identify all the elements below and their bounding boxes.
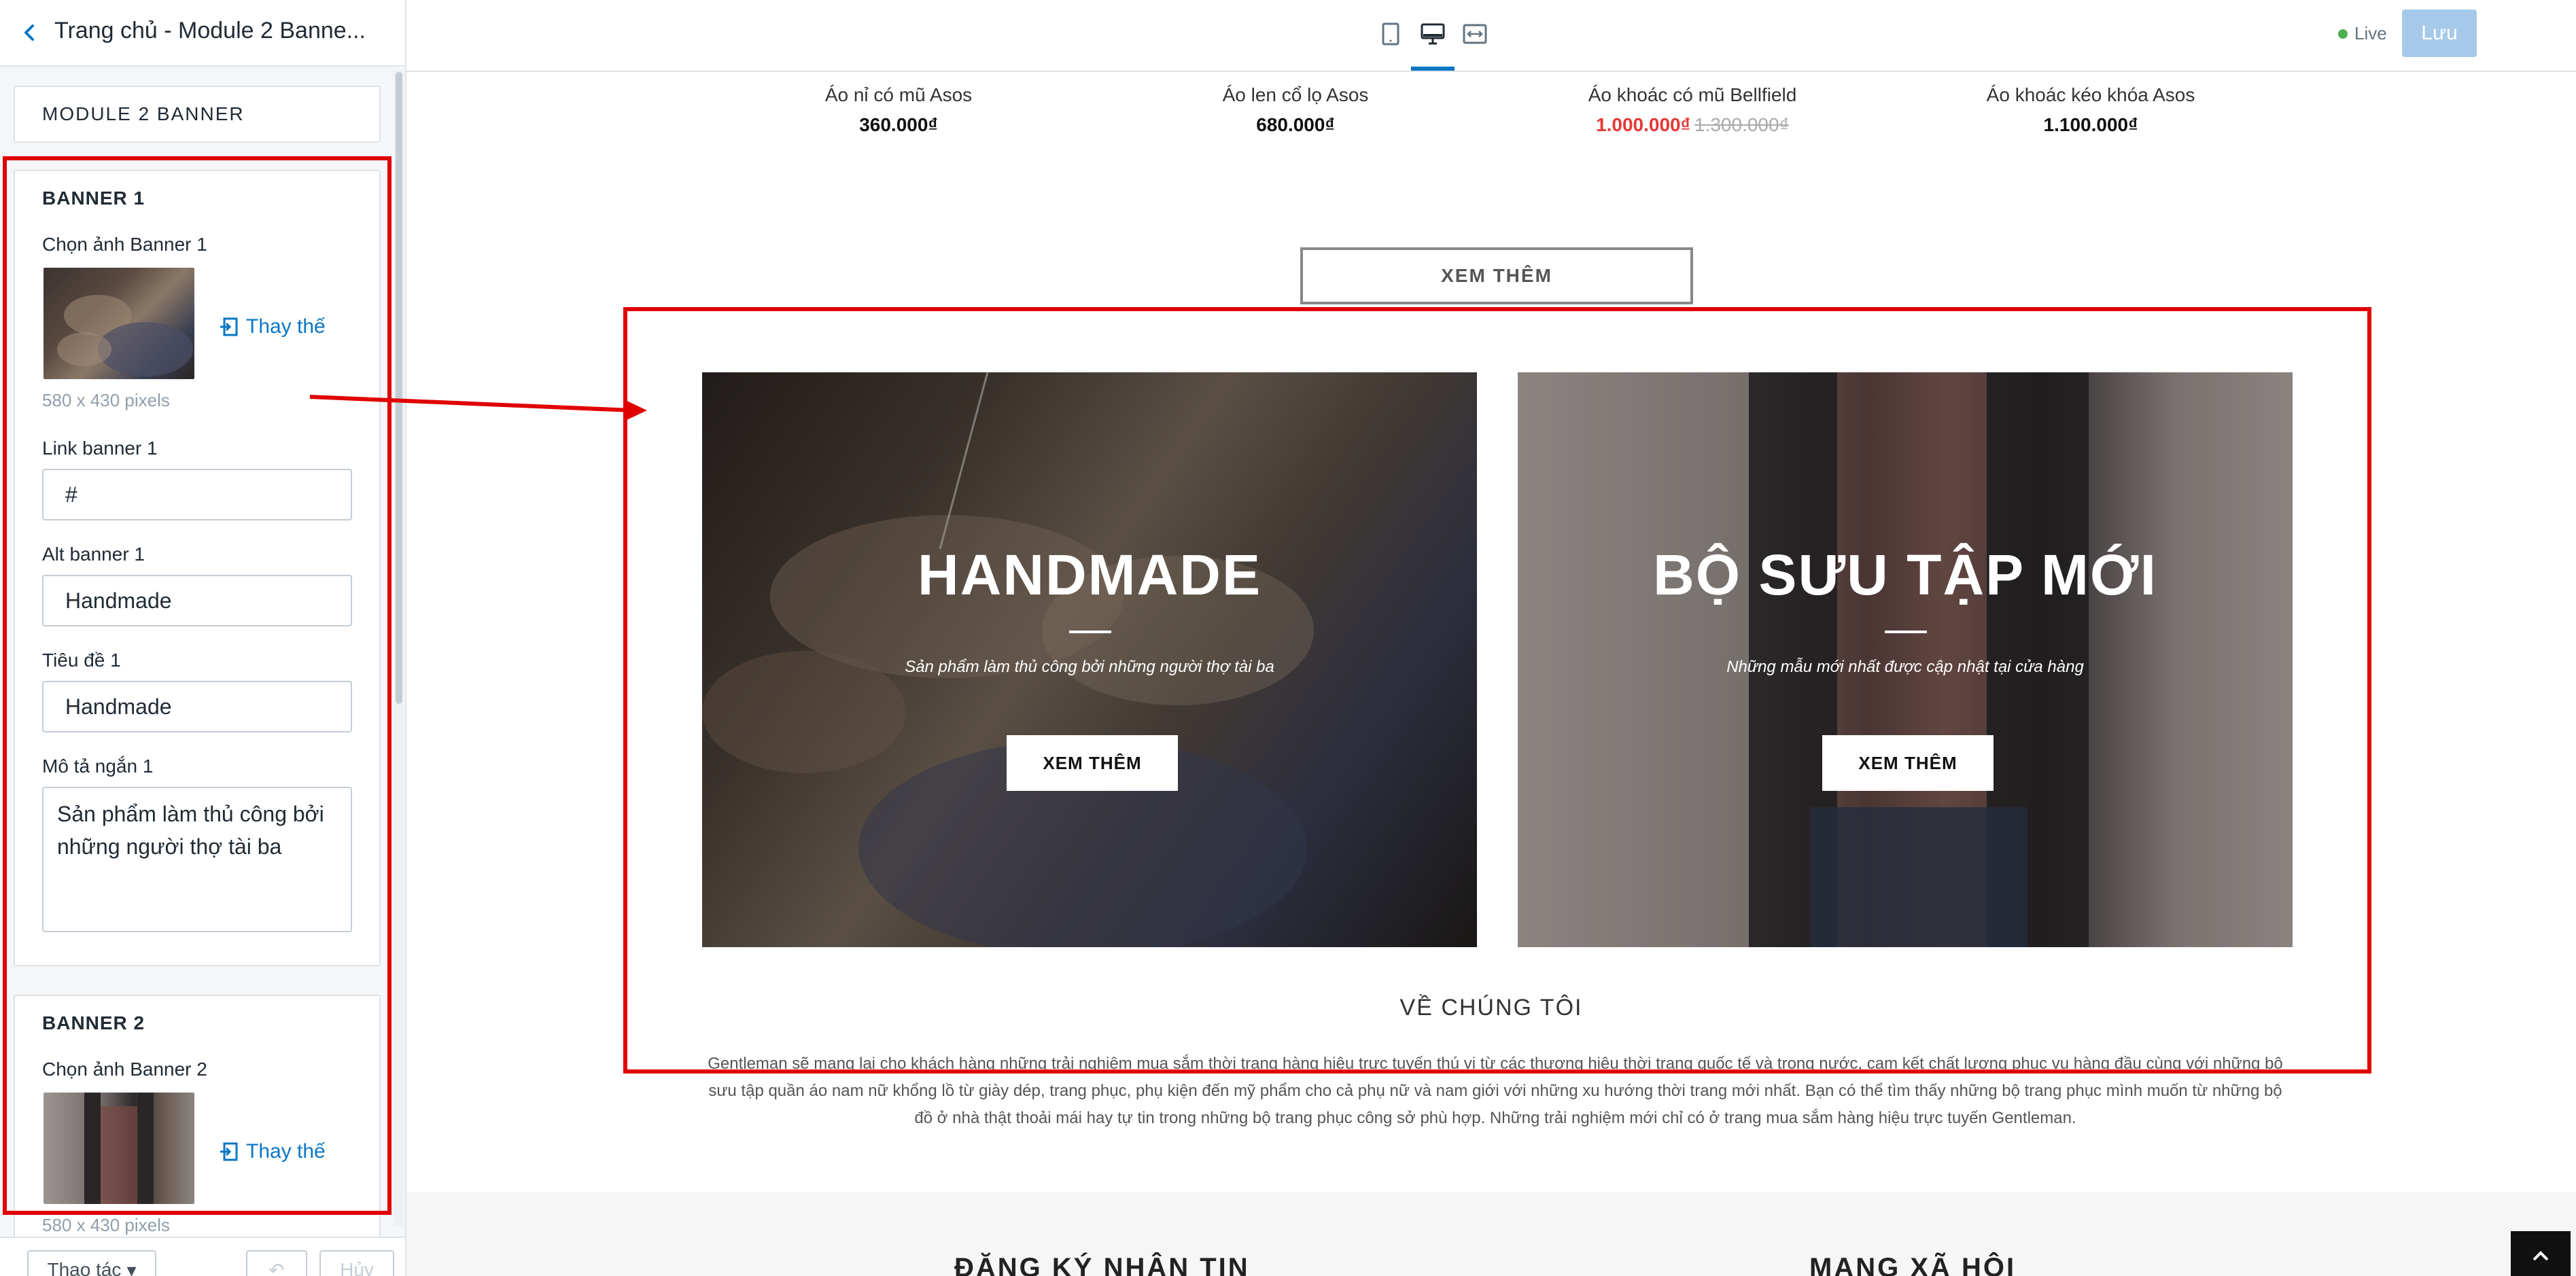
product-price: 1.100.000₫ xyxy=(2043,114,2138,135)
cancel-button[interactable]: Hủy xyxy=(319,1250,394,1276)
product-name: Áo khoác kéo khóa Asos xyxy=(1986,84,2195,105)
settings-sidebar: Trang chủ - Module 2 Banne... MODULE 2 B… xyxy=(0,0,406,1276)
sidebar-header: Trang chủ - Module 2 Banne... xyxy=(0,0,405,67)
sidebar-scrollbar-thumb[interactable] xyxy=(396,72,402,704)
banner2-size-hint: 580 x 430 pixels xyxy=(42,1215,170,1235)
annotation-box-preview xyxy=(623,307,2371,1074)
social-title: MẠNG XÃ HỘI xyxy=(1809,1253,2017,1276)
product-card[interactable]: Áo khoác kéo khóa Asos 1.100.000₫ xyxy=(1948,84,2233,136)
editor-topbar: Live Lưu xyxy=(406,0,2576,72)
live-label: Live xyxy=(2354,23,2387,43)
product-old-price: 1.300.000₫ xyxy=(1694,114,1789,135)
back-arrow-icon[interactable] xyxy=(16,19,43,46)
sidebar-title: Trang chủ - Module 2 Banne... xyxy=(54,18,366,43)
desktop-view-button[interactable] xyxy=(1419,20,1446,48)
fullwidth-icon xyxy=(1463,24,1487,44)
product-name: Áo nỉ có mũ Asos xyxy=(824,84,973,105)
tablet-icon xyxy=(1382,22,1399,46)
product-price: 680.000₫ xyxy=(1256,114,1335,135)
desktop-icon xyxy=(1421,23,1445,45)
product-name: Áo len cổ lọ Asos xyxy=(1222,84,1369,105)
cancel-label: Hủy xyxy=(340,1259,374,1276)
module-name-card[interactable]: MODULE 2 BANNER xyxy=(14,86,381,143)
product-card[interactable]: Áo khoác có mũ Bellfield 1.000.000₫ 1.300… xyxy=(1550,84,1835,136)
undo-button[interactable]: ↶ xyxy=(246,1250,307,1276)
arrow-up-icon xyxy=(2533,1251,2549,1261)
undo-icon: ↶ xyxy=(268,1259,285,1276)
product-name: Áo khoác có mũ Bellfield xyxy=(1588,84,1797,105)
active-view-indicator xyxy=(1411,67,1455,71)
actions-label: Thao tác xyxy=(47,1259,122,1276)
newsletter-title: ĐĂNG KÝ NHẬN TIN xyxy=(954,1253,1250,1276)
footer-band xyxy=(406,1192,2576,1276)
fullwidth-view-button[interactable] xyxy=(1461,20,1489,48)
product-sale-price: 1.000.000₫ xyxy=(1596,114,1690,135)
product-card[interactable]: Áo len cổ lọ Asos 680.000₫ xyxy=(1153,84,1438,136)
annotation-box-sidebar xyxy=(3,156,391,1215)
live-status: Live xyxy=(2338,23,2387,44)
module-name: MODULE 2 BANNER xyxy=(42,103,245,124)
live-dot-icon xyxy=(2338,29,2348,39)
product-card[interactable]: Áo nỉ có mũ Asos 360.000₫ xyxy=(756,84,1041,136)
save-button[interactable]: Lưu xyxy=(2402,10,2477,57)
tablet-view-button[interactable] xyxy=(1377,20,1404,48)
site-preview: Áo nỉ có mũ Asos 360.000₫ Áo len cổ lọ A… xyxy=(406,72,2576,1276)
sidebar-footer: Thao tác ▾ ↶ Hủy xyxy=(0,1237,405,1276)
product-price: 360.000₫ xyxy=(859,114,938,135)
back-to-top-button[interactable] xyxy=(2511,1231,2571,1276)
view-more-products-button[interactable]: XEM THÊM xyxy=(1300,247,1693,304)
chevron-down-icon: ▾ xyxy=(126,1259,137,1276)
actions-dropdown[interactable]: Thao tác ▾ xyxy=(27,1250,156,1276)
